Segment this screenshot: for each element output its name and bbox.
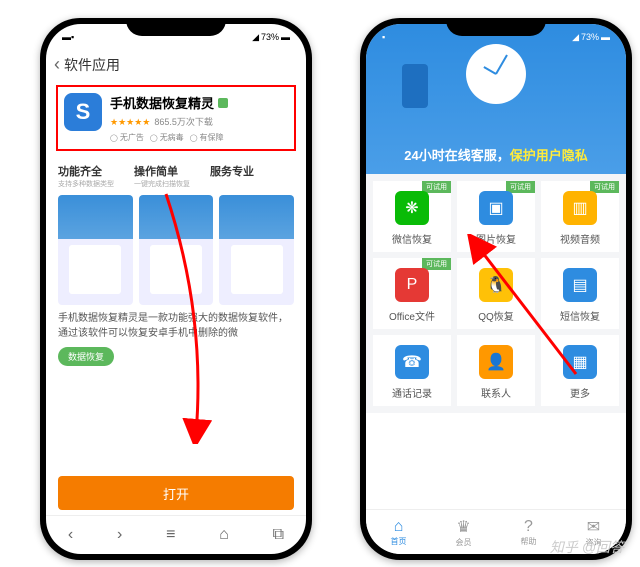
battery-icon: ▬	[601, 32, 610, 42]
app-description: 手机数据恢复精灵是一款功能强大的数据恢复软件， 通过该软件可以恢复安卓手机中删除…	[46, 311, 306, 341]
screenshot-1[interactable]	[58, 195, 133, 305]
app-info: 手机数据恢复精灵 ★★★★★ 865.5万次下载 无广告 无病毒 有保障	[110, 93, 288, 143]
nav-item-1[interactable]: ♛会员	[456, 517, 472, 548]
feature-label: 短信恢复	[545, 308, 615, 323]
wifi-icon: ◢	[252, 32, 259, 43]
nav-home-icon[interactable]: ⌂	[219, 526, 229, 544]
tag-recovery[interactable]: 数据恢复	[58, 347, 114, 366]
hero-text: 24小时在线客服，保护用户隐私	[366, 145, 626, 164]
grid-cell-7[interactable]: 👤 联系人	[457, 335, 535, 406]
feature-label: 视频音频	[545, 231, 615, 246]
badge-guarantee: 有保障	[190, 132, 224, 143]
nav-icon: ?	[521, 518, 537, 536]
header-title: 软件应用	[64, 55, 120, 75]
feature-icon: ▥	[563, 191, 597, 225]
feature-icon: ▤	[563, 268, 597, 302]
back-icon[interactable]: ‹	[54, 54, 60, 75]
feature-icon: ☎	[395, 345, 429, 379]
grid-cell-3[interactable]: 可试用POffice文件	[373, 258, 451, 329]
feature-label: 联系人	[461, 385, 531, 400]
tab-features[interactable]: 功能齐全支持多种数据类型	[58, 163, 114, 189]
page-header: ‹ 软件应用	[46, 48, 306, 81]
grid-cell-8[interactable]: ▦ 更多	[541, 335, 619, 406]
nav-item-2[interactable]: ?帮助	[521, 518, 537, 547]
feature-icon: ❋	[395, 191, 429, 225]
nav-icon: ⌂	[391, 518, 407, 536]
battery-percent: 73%	[261, 32, 279, 42]
feature-label: Office文件	[377, 308, 447, 323]
nav-icon: ♛	[456, 517, 472, 537]
grid-cell-4[interactable]: 🐧 QQ恢复	[457, 258, 535, 329]
badge-noads: 无广告	[110, 132, 144, 143]
feature-icon: 👤	[479, 345, 513, 379]
hero-banner: ▪ ◢73%▬ 24小时在线客服，保护用户隐私	[366, 24, 626, 174]
feature-label: QQ恢复	[461, 308, 531, 323]
clock-icon	[466, 44, 526, 104]
app-icon: S	[64, 93, 102, 131]
nav-back-icon[interactable]: ‹	[68, 526, 73, 544]
left-screen: ▬▪ ◢73%▬ ‹ 软件应用 S 手机数据恢复精灵 ★★★★★ 865.5万次下…	[46, 24, 306, 554]
open-button[interactable]: 打开	[58, 476, 294, 510]
grid-cell-6[interactable]: ☎ 通话记录	[373, 335, 451, 406]
grid-cell-1[interactable]: 可试用▣图片恢复	[457, 181, 535, 252]
nav-tabs-icon[interactable]: ⧉	[273, 526, 284, 544]
feature-icon: ▣	[479, 191, 513, 225]
screenshot-2[interactable]	[139, 195, 214, 305]
nav-label: 首页	[391, 537, 407, 546]
feature-label: 更多	[545, 385, 615, 400]
feature-icon: ▦	[563, 345, 597, 379]
nav-label: 帮助	[521, 537, 537, 546]
badge-novirus: 无病毒	[150, 132, 184, 143]
nav-menu-icon[interactable]: ≡	[166, 526, 175, 544]
phone-illustration	[402, 64, 428, 108]
nav-icon: ✉	[586, 517, 602, 537]
nav-item-0[interactable]: ⌂首页	[391, 518, 407, 547]
grid-cell-0[interactable]: 可试用❋微信恢复	[373, 181, 451, 252]
screenshots[interactable]	[46, 189, 306, 311]
notch	[126, 18, 226, 36]
right-screen: ▪ ◢73%▬ 24小时在线客服，保护用户隐私 可试用❋微信恢复可试用▣图片恢复…	[366, 24, 626, 554]
tab-easy[interactable]: 操作简单一键完成扫描恢复	[134, 163, 190, 189]
download-count: 865.5万次下载	[154, 117, 213, 127]
nav-label: 会员	[456, 538, 472, 547]
shield-icon	[218, 98, 228, 108]
tags: 数据恢复	[46, 341, 306, 372]
browser-navbar: ‹ › ≡ ⌂ ⧉	[46, 515, 306, 554]
watermark: 知乎 @回答	[550, 537, 624, 557]
feature-tabs: 功能齐全支持多种数据类型 操作简单一键完成扫描恢复 服务专业	[46, 155, 306, 189]
rating-stars: ★★★★★	[110, 117, 150, 127]
battery-icon: ▬	[281, 32, 290, 42]
screenshot-3[interactable]	[219, 195, 294, 305]
feature-grid: 可试用❋微信恢复可试用▣图片恢复可试用▥视频音频可试用POffice文件🐧QQ恢…	[366, 174, 626, 413]
signal-icon: ▬▪	[62, 32, 74, 42]
nav-forward-icon[interactable]: ›	[117, 526, 122, 544]
notch	[446, 18, 546, 36]
app-card-highlighted[interactable]: S 手机数据恢复精灵 ★★★★★ 865.5万次下载 无广告 无病毒 有保障	[56, 85, 296, 151]
app-name: 手机数据恢复精灵	[110, 93, 214, 112]
left-phone: ▬▪ ◢73%▬ ‹ 软件应用 S 手机数据恢复精灵 ★★★★★ 865.5万次下…	[40, 18, 312, 560]
battery-percent: 73%	[581, 32, 599, 42]
tab-service[interactable]: 服务专业	[210, 163, 254, 189]
feature-icon: P	[395, 268, 429, 302]
right-phone: ▪ ◢73%▬ 24小时在线客服，保护用户隐私 可试用❋微信恢复可试用▣图片恢复…	[360, 18, 632, 560]
feature-label: 微信恢复	[377, 231, 447, 246]
signal-icon: ▪	[382, 32, 385, 42]
grid-cell-2[interactable]: 可试用▥视频音频	[541, 181, 619, 252]
grid-cell-5[interactable]: ▤ 短信恢复	[541, 258, 619, 329]
feature-icon: 🐧	[479, 268, 513, 302]
wifi-icon: ◢	[572, 32, 579, 43]
feature-label: 图片恢复	[461, 231, 531, 246]
feature-label: 通话记录	[377, 385, 447, 400]
